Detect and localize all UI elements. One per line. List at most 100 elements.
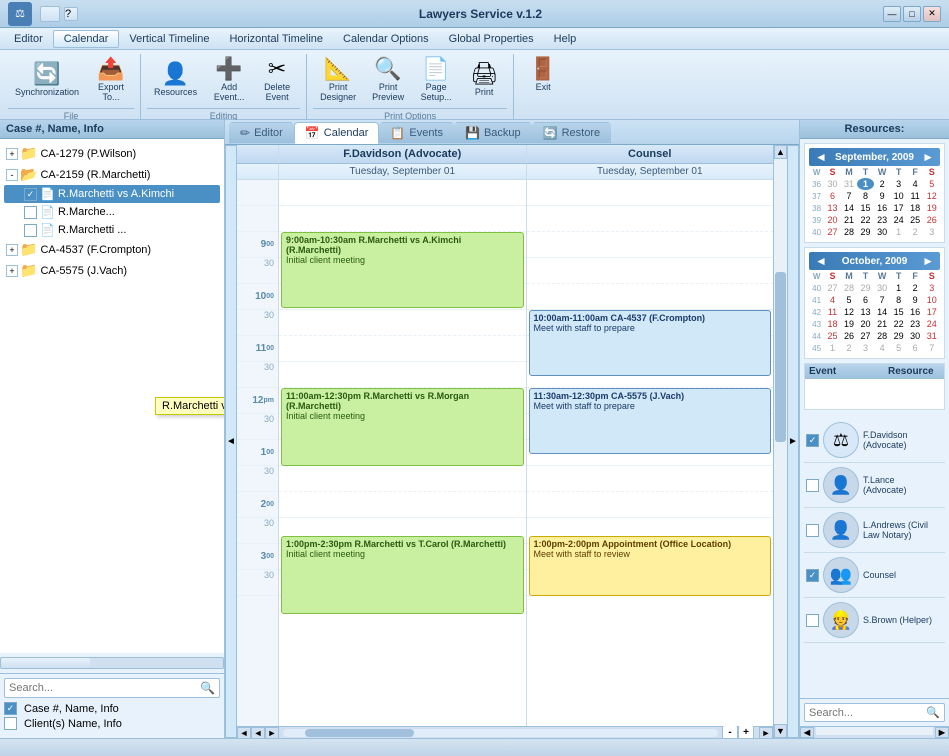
oct-8[interactable]: 8 [890,294,907,306]
export-button[interactable]: 📤 ExportTo... [88,54,134,106]
cal-scroll-next[interactable]: ► [265,727,279,739]
sep-16[interactable]: 16 [874,202,891,214]
sep-2-next[interactable]: 2 [907,226,924,238]
tree-item-CA1279[interactable]: + 📁 CA-1279 (P.Wilson) [4,143,220,164]
menu-editor[interactable]: Editor [4,31,53,47]
right-search-bar[interactable]: 🔍 [804,703,945,722]
cal-vertical-scrollbar[interactable]: ▲ ▼ [773,145,787,738]
menu-vertical-timeline[interactable]: Vertical Timeline [119,31,219,47]
sep-15[interactable]: 15 [857,202,874,214]
tab-calendar[interactable]: 📅 Calendar [294,122,380,144]
left-search-bar[interactable]: 🔍 [4,678,220,698]
oct-1[interactable]: 1 [890,282,907,294]
oct-13[interactable]: 13 [857,306,874,318]
filter-case-checkbox[interactable]: ✓ [4,702,17,715]
delete-event-button[interactable]: ✂ DeleteEvent [254,54,300,106]
cal-scroll-left[interactable]: ◄ [237,727,251,739]
sep-7[interactable]: 7 [841,190,858,202]
oct-19[interactable]: 19 [841,318,858,330]
oct-29p[interactable]: 29 [857,282,874,294]
oct-28p[interactable]: 28 [841,282,858,294]
page-setup-button[interactable]: 📄 PageSetup... [413,54,459,106]
sep-20[interactable]: 20 [824,214,841,226]
sep-12[interactable]: 12 [923,190,940,202]
sep-17[interactable]: 17 [890,202,907,214]
oct-4n[interactable]: 4 [874,342,891,354]
print-designer-button[interactable]: 📐 PrintDesigner [313,54,363,106]
resource-fdavidson-check[interactable]: ✓ [806,434,819,447]
tree-item-CA5575[interactable]: + 📁 CA-5575 (J.Vach) [4,260,220,281]
oct-2[interactable]: 2 [907,282,924,294]
event-col1-1[interactable]: 9:00am-10:30am R.Marchetti vs A.Kimchi (… [281,232,524,308]
sep-3[interactable]: 3 [890,178,907,190]
search-icon[interactable]: 🔍 [200,681,215,695]
right-search-input[interactable] [809,707,922,719]
sep-24[interactable]: 24 [890,214,907,226]
oct-6n[interactable]: 6 [907,342,924,354]
resources-button[interactable]: 👤 Resources [147,54,204,106]
add-event-button[interactable]: ➕ AddEvent... [206,54,252,106]
resource-sbrown-check[interactable] [806,614,819,627]
filter-client-name[interactable]: Client(s) Name, Info [4,717,220,730]
tree-item-sub3[interactable]: 📄 R.Marchetti ... [4,221,220,239]
minimize-button[interactable]: — [883,6,901,22]
right-horizontal-scrollbar[interactable]: ◄ ► [800,726,949,738]
oct-2n[interactable]: 2 [841,342,858,354]
tree-item-sub2[interactable]: 📄 R.Marche... [4,203,220,221]
tab-editor[interactable]: ✏ Editor [229,122,294,144]
zoom-out-button[interactable]: - [722,725,738,739]
oct-3[interactable]: 3 [923,282,940,294]
oct-14[interactable]: 14 [874,306,891,318]
mini-cal-oct-prev[interactable]: ◄ [815,254,827,268]
mini-cal-sep-next[interactable]: ► [922,150,934,164]
sep-4[interactable]: 4 [907,178,924,190]
right-scroll-right[interactable]: ► [935,727,949,738]
exit-button[interactable]: 🚪 Exit [520,54,566,96]
event-col2-3[interactable]: 1:00pm-2:00pm Appointment (Office Locati… [529,536,772,596]
sep-18[interactable]: 18 [907,202,924,214]
cal-nav-left[interactable]: ◄ [225,145,237,738]
oct-6[interactable]: 6 [857,294,874,306]
oct-27p[interactable]: 27 [824,282,841,294]
cal-nav-right[interactable]: ► [787,145,799,738]
sep-27[interactable]: 27 [824,226,841,238]
cal-bottom-scrollbar[interactable]: ◄ ◄ ► - + ► [237,726,773,738]
oct-3n[interactable]: 3 [857,342,874,354]
oct-17[interactable]: 17 [923,306,940,318]
sep-3-next[interactable]: 3 [923,226,940,238]
event-col1-3[interactable]: 1:00pm-2:30pm R.Marchetti vs T.Carol (R.… [281,536,524,614]
v-scroll-down[interactable]: ▼ [774,724,787,738]
sep-5[interactable]: 5 [923,178,940,190]
event-col2-2[interactable]: 11:30am-12:30pm CA-5575 (J.Vach) Meet wi… [529,388,772,454]
oct-18[interactable]: 18 [824,318,841,330]
menu-horizontal-timeline[interactable]: Horizontal Timeline [219,31,333,47]
sep-13[interactable]: 13 [824,202,841,214]
filter-case-name[interactable]: ✓ Case #, Name, Info [4,702,220,715]
sep-1-next[interactable]: 1 [890,226,907,238]
resource-counsel-check[interactable]: ✓ [806,569,819,582]
sep-30[interactable]: 30 [874,226,891,238]
close-button[interactable]: ✕ [923,6,941,22]
oct-10[interactable]: 10 [923,294,940,306]
resource-tlance-check[interactable] [806,479,819,492]
oct-25[interactable]: 25 [824,330,841,342]
event-col2-1[interactable]: 10:00am-11:00am CA-4537 (F.Crompton) Mee… [529,310,772,376]
expand-CA5575[interactable]: + [6,265,18,277]
oct-30p[interactable]: 30 [874,282,891,294]
left-horizontal-scrollbar[interactable] [0,657,224,669]
sep-6[interactable]: 6 [824,190,841,202]
oct-29[interactable]: 29 [890,330,907,342]
print-button[interactable]: 🖨 Print [461,54,507,106]
sep-10[interactable]: 10 [890,190,907,202]
cal-scroll-prev[interactable]: ◄ [251,727,265,739]
oct-5[interactable]: 5 [841,294,858,306]
resource-landrews-check[interactable] [806,524,819,537]
maximize-button[interactable]: □ [903,6,921,22]
event-col1-2[interactable]: 11:00am-12:30pm R.Marchetti vs R.Morgan … [281,388,524,466]
oct-16[interactable]: 16 [907,306,924,318]
mini-cal-sep-prev[interactable]: ◄ [815,150,827,164]
checkbox-sub2[interactable] [24,206,37,219]
tree-item-CA4537[interactable]: + 📁 CA-4537 (F.Crompton) [4,239,220,260]
oct-5n[interactable]: 5 [890,342,907,354]
oct-7n[interactable]: 7 [923,342,940,354]
